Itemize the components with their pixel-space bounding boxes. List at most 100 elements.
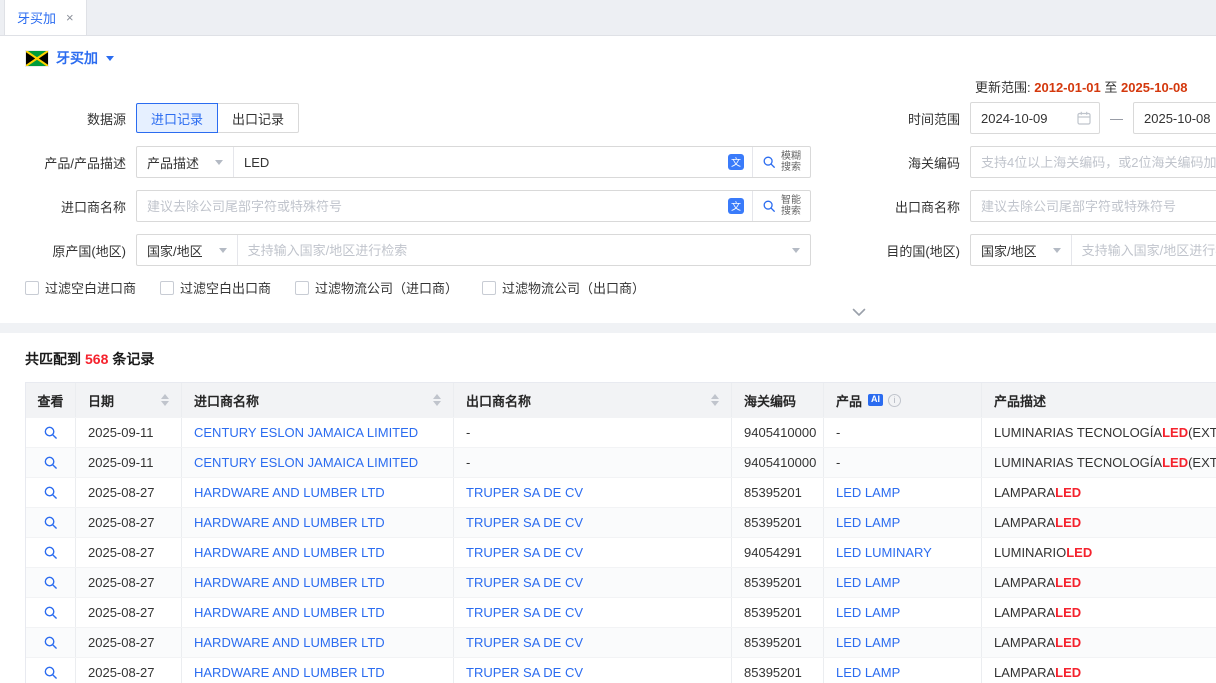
start-date-input[interactable] [971,103,1069,133]
origin-search-input[interactable] [238,235,782,265]
magnifier-icon [43,635,58,650]
hs-code-input[interactable] [971,147,1216,177]
smart-search-button[interactable]: 智能搜索 [752,191,810,221]
destination-country-select[interactable]: 国家/地区 [971,235,1072,265]
translate-icon[interactable]: 文 [720,154,752,170]
exporter-cell[interactable]: TRUPER SA DE CV [466,665,583,680]
importer-link[interactable]: HARDWARE AND LUMBER LTD [194,635,385,650]
chevron-down-icon[interactable] [792,248,800,253]
checkbox-filter-blank-importer[interactable]: 过滤空白进口商 [25,278,136,297]
importer-link[interactable]: HARDWARE AND LUMBER LTD [194,575,385,590]
product-cell[interactable]: LED LAMP [836,575,900,590]
hs-code-cell: 85395201 [732,478,824,507]
exporter-cell[interactable]: TRUPER SA DE CV [466,605,583,620]
exporter-cell[interactable]: TRUPER SA DE CV [466,485,583,500]
view-row-button[interactable] [43,665,58,680]
magnifier-icon [43,425,58,440]
table-row: 2025-08-27 HARDWARE AND LUMBER LTD TRUPE… [26,597,1216,627]
filter-row-product: 产品/产品描述 产品描述 文 模糊搜索 海关编码 [24,146,1216,178]
hs-code-box [970,146,1216,178]
checkbox-icon[interactable] [295,281,309,295]
product-cell[interactable]: LED LAMP [836,665,900,680]
magnifier-icon [43,605,58,620]
product-cell[interactable]: LED LAMP [836,605,900,620]
collapse-filters-button[interactable] [852,305,866,320]
tab-close-icon[interactable]: × [66,11,74,24]
exporter-cell[interactable]: TRUPER SA DE CV [466,515,583,530]
sort-icons[interactable] [425,394,441,406]
exporter-input[interactable] [971,191,1216,221]
checkbox-filter-blank-exporter[interactable]: 过滤空白出口商 [160,278,271,297]
product-cell[interactable]: LED LAMP [836,635,900,650]
destination-search-group: 国家/地区 [970,234,1216,266]
data-source-toggle: 进口记录 出口记录 [136,103,299,133]
country-title[interactable]: 牙买加 [56,48,98,68]
checkbox-icon[interactable] [482,281,496,295]
importer-link[interactable]: HARDWARE AND LUMBER LTD [194,545,385,560]
checkbox-filter-logistics-exporter[interactable]: 过滤物流公司（出口商） [482,278,645,297]
product-cell[interactable]: LED LAMP [836,485,900,500]
importer-link[interactable]: HARDWARE AND LUMBER LTD [194,485,385,500]
importer-link[interactable]: HARDWARE AND LUMBER LTD [194,605,385,620]
jamaica-flag-icon [26,51,48,66]
country-chevron-down-icon[interactable] [106,56,114,61]
calendar-icon[interactable] [1069,111,1099,125]
origin-country-select[interactable]: 国家/地区 [137,235,238,265]
table-row: 2025-08-27 HARDWARE AND LUMBER LTD TRUPE… [26,567,1216,597]
importer-input[interactable] [137,191,720,221]
hs-code-cell: 9405410000 [732,418,824,447]
info-icon[interactable]: i [888,394,901,407]
description-cell: LAMPARA LED [982,658,1216,683]
magnifier-icon [43,455,58,470]
column-header-importer[interactable]: 进口商名称 [182,383,454,417]
checkbox-icon[interactable] [160,281,174,295]
date-cell: 2025-08-27 [76,478,182,507]
product-cell[interactable]: LED LAMP [836,515,900,530]
importer-link[interactable]: HARDWARE AND LUMBER LTD [194,515,385,530]
view-row-button[interactable] [43,425,58,440]
exporter-cell[interactable]: TRUPER SA DE CV [466,575,583,590]
view-row-button[interactable] [43,455,58,470]
product-type-select[interactable]: 产品描述 [137,147,234,177]
importer-link[interactable]: HARDWARE AND LUMBER LTD [194,665,385,680]
description-cell: LAMPARA LED [982,628,1216,657]
date-cell: 2025-08-27 [76,568,182,597]
column-header-exporter[interactable]: 出口商名称 [454,383,732,417]
product-search-input[interactable] [234,147,720,177]
view-row-button[interactable] [43,515,58,530]
checkbox-icon[interactable] [25,281,39,295]
product-cell[interactable]: LED LUMINARY [836,545,932,560]
destination-search-input[interactable] [1072,235,1216,265]
view-row-button[interactable] [43,485,58,500]
view-row-button[interactable] [43,605,58,620]
exporter-cell[interactable]: TRUPER SA DE CV [466,545,583,560]
sort-icons[interactable] [153,394,169,406]
hs-code-cell: 85395201 [732,658,824,683]
export-records-toggle[interactable]: 出口记录 [217,103,299,133]
view-row-button[interactable] [43,635,58,650]
tab-jamaica[interactable]: 牙买加 × [4,0,87,35]
description-cell: LAMPARA LED [982,478,1216,507]
match-count: 568 [85,351,108,367]
translate-icon[interactable]: 文 [720,198,752,214]
product-type-select-value: 产品描述 [147,153,199,172]
importer-link[interactable]: CENTURY ESLON JAMAICA LIMITED [194,455,418,470]
fuzzy-search-button[interactable]: 模糊搜索 [752,147,810,177]
magnifier-icon [43,515,58,530]
hs-code-cell: 85395201 [732,568,824,597]
destination-country-select-value: 国家/地区 [981,241,1037,260]
checkbox-filter-logistics-importer[interactable]: 过滤物流公司（进口商） [295,278,458,297]
table-body: 2025-09-11 CENTURY ESLON JAMAICA LIMITED… [26,417,1216,683]
view-row-button[interactable] [43,545,58,560]
update-range-start: 2012-01-01 [1034,80,1101,95]
time-range-label: 时间范围 [880,109,970,128]
view-row-button[interactable] [43,575,58,590]
table-row: 2025-09-11 CENTURY ESLON JAMAICA LIMITED… [26,417,1216,447]
exporter-cell[interactable]: TRUPER SA DE CV [466,635,583,650]
sort-icons[interactable] [703,394,719,406]
import-records-toggle[interactable]: 进口记录 [136,103,218,133]
importer-link[interactable]: CENTURY ESLON JAMAICA LIMITED [194,425,418,440]
end-date-input[interactable] [1134,103,1216,133]
column-header-date[interactable]: 日期 [76,383,182,417]
exporter-box [970,190,1216,222]
